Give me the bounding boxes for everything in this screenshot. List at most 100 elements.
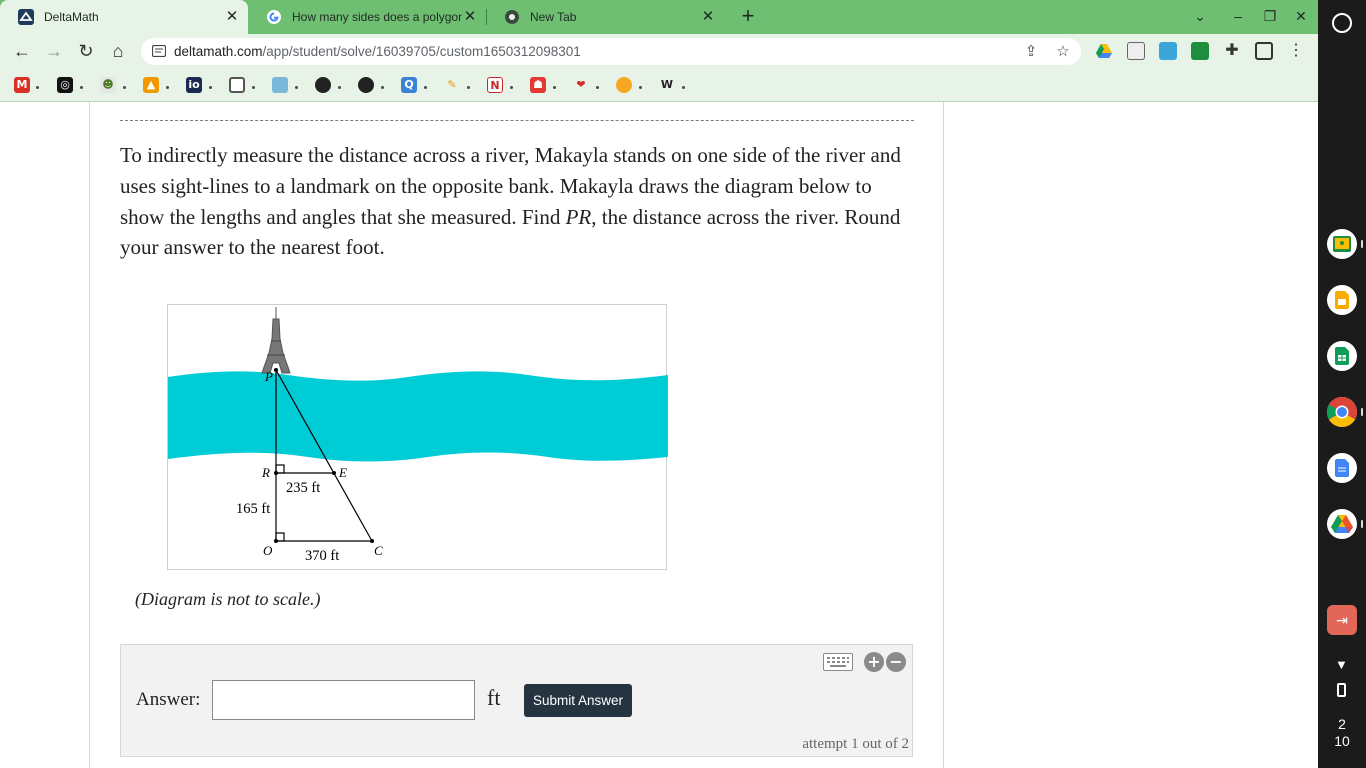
bookmark-separator xyxy=(123,86,126,89)
bookmark-icon[interactable] xyxy=(358,77,374,93)
river xyxy=(168,371,668,462)
sheets-extension-icon[interactable] xyxy=(1191,42,1209,60)
label-ro-length: 165 ft xyxy=(236,501,270,517)
restore-icon[interactable]: ❐ xyxy=(1261,8,1279,25)
bookmark-icon[interactable]: Q xyxy=(401,77,417,93)
problem-text: To indirectly measure the distance acros… xyxy=(120,140,914,263)
zoom-in-icon[interactable]: + xyxy=(864,652,884,672)
bookmark-icon[interactable] xyxy=(315,77,331,93)
tab-new-tab[interactable]: New Tab ✕ xyxy=(486,0,724,34)
point-e xyxy=(332,471,336,475)
minimize-icon[interactable]: – xyxy=(1229,8,1247,24)
bookmark-separator xyxy=(338,86,341,89)
bookmark-icon[interactable]: ☗ xyxy=(530,77,546,93)
bookmark-icon[interactable] xyxy=(616,77,632,93)
back-arrow-icon[interactable]: ← xyxy=(9,38,35,64)
exit-icon[interactable]: ⇥ xyxy=(1327,605,1357,635)
river-diagram: P R E O C 235 ft 165 ft 370 ft xyxy=(167,304,668,570)
label-o: O xyxy=(263,543,273,558)
answer-panel: + − Answer: ft Submit Answer attempt 1 o… xyxy=(120,644,913,757)
window-close-icon[interactable]: ✕ xyxy=(1292,8,1310,25)
side-panel-icon[interactable] xyxy=(1255,42,1273,60)
bookmarks-bar: M ◎ ☻ ▲ io Q ✎ N ☗ ❤ W xyxy=(0,68,1318,102)
close-icon[interactable]: ✕ xyxy=(700,9,716,25)
label-r: R xyxy=(261,465,270,480)
label-c: C xyxy=(374,543,383,558)
point-r xyxy=(274,471,278,475)
bookmark-icon[interactable]: ◎ xyxy=(57,77,73,93)
battery-icon[interactable] xyxy=(1337,683,1346,697)
address-bar[interactable]: deltamath.com/app/student/solve/16039705… xyxy=(141,38,1081,65)
bookmark-icon[interactable]: M xyxy=(14,77,30,93)
tab-title: New Tab xyxy=(530,10,577,24)
classroom-app-icon[interactable] xyxy=(1327,229,1363,259)
label-e: E xyxy=(338,465,347,480)
point-p xyxy=(274,368,278,372)
deltamath-favicon-icon xyxy=(18,9,34,25)
chrome-favicon-icon xyxy=(504,9,520,25)
bookmark-icon[interactable]: ❤ xyxy=(573,77,589,93)
bookmark-star-icon[interactable]: ☆ xyxy=(1054,43,1072,61)
bookmark-icon[interactable]: ▲ xyxy=(143,77,159,93)
browser-menu-icon[interactable]: ⋮ xyxy=(1287,42,1305,60)
bookmark-icon[interactable]: ☻ xyxy=(100,77,116,93)
extensions-puzzle-icon[interactable]: ✚ xyxy=(1223,42,1241,60)
site-info-icon[interactable] xyxy=(152,45,166,57)
bookmark-separator xyxy=(639,86,642,89)
extension-icon[interactable] xyxy=(1159,42,1177,60)
url-path: /app/student/solve/16039705/custom165031… xyxy=(262,44,581,59)
attempt-counter: attempt 1 out of 2 xyxy=(802,736,909,752)
sheets-app-icon[interactable] xyxy=(1327,341,1357,371)
launcher-icon[interactable] xyxy=(1332,13,1352,33)
new-tab-plus-icon[interactable]: + xyxy=(736,5,760,29)
bookmark-separator xyxy=(36,86,39,89)
extension-icon[interactable] xyxy=(1127,42,1145,60)
bookmark-separator xyxy=(252,86,255,89)
submit-answer-button[interactable]: Submit Answer xyxy=(524,684,632,717)
page-content: To indirectly measure the distance acros… xyxy=(0,102,1318,768)
zoom-out-icon[interactable]: − xyxy=(886,652,906,672)
bookmark-separator xyxy=(467,86,470,89)
close-icon[interactable]: ✕ xyxy=(462,9,478,25)
tab-deltamath[interactable]: DeltaMath ✕ xyxy=(0,0,248,34)
app-running-indicator xyxy=(1361,240,1363,248)
answer-label: Answer: xyxy=(136,689,201,710)
bookmark-separator xyxy=(166,86,169,89)
tab-search-chevron-icon[interactable]: ⌄ xyxy=(1191,8,1209,25)
label-re-length: 235 ft xyxy=(286,480,320,496)
answer-input[interactable] xyxy=(212,680,475,720)
forward-arrow-icon[interactable]: → xyxy=(41,38,67,64)
diagram-note: (Diagram is not to scale.) xyxy=(135,589,321,609)
bookmark-separator xyxy=(510,86,513,89)
answer-unit: ft xyxy=(487,685,501,710)
bookmark-icon[interactable]: io xyxy=(186,77,202,93)
tab-strip: DeltaMath ✕ How many sides does a polygo… xyxy=(0,0,1318,34)
divider xyxy=(120,120,914,121)
browser-toolbar: ← → ↻ ⌂ deltamath.com/app/student/solve/… xyxy=(0,34,1318,68)
bookmark-icon[interactable]: ✎ xyxy=(444,77,460,93)
bookmark-separator xyxy=(553,86,556,89)
home-icon[interactable]: ⌂ xyxy=(105,38,131,64)
point-o xyxy=(274,539,278,543)
bookmark-icon[interactable] xyxy=(272,77,288,93)
reload-icon[interactable]: ↻ xyxy=(73,38,99,64)
chrome-app-icon[interactable] xyxy=(1327,397,1363,427)
keyboard-icon[interactable] xyxy=(823,653,853,671)
close-icon[interactable]: ✕ xyxy=(224,9,240,25)
share-icon[interactable]: ⇪ xyxy=(1022,43,1040,61)
wifi-icon[interactable]: ▼ xyxy=(1335,657,1348,672)
tab-google-search[interactable]: How many sides does a polygon ✕ xyxy=(248,0,486,34)
drive-app-icon[interactable] xyxy=(1327,509,1363,539)
slides-app-icon[interactable] xyxy=(1327,285,1357,315)
docs-app-icon[interactable] xyxy=(1327,453,1357,483)
eiffel-tower-icon xyxy=(261,307,291,374)
bookmark-icon[interactable] xyxy=(229,77,245,93)
google-drive-extension-icon[interactable] xyxy=(1095,42,1113,60)
url-text: deltamath.com/app/student/solve/16039705… xyxy=(174,44,581,59)
system-clock[interactable]: 2 10 xyxy=(1318,716,1366,750)
bookmark-separator xyxy=(381,86,384,89)
bookmark-icon[interactable]: W xyxy=(659,77,675,93)
app-running-indicator xyxy=(1361,408,1363,416)
diagram-svg: P R E O C 235 ft 165 ft 370 ft xyxy=(168,307,668,564)
bookmark-icon[interactable]: N xyxy=(487,77,503,93)
